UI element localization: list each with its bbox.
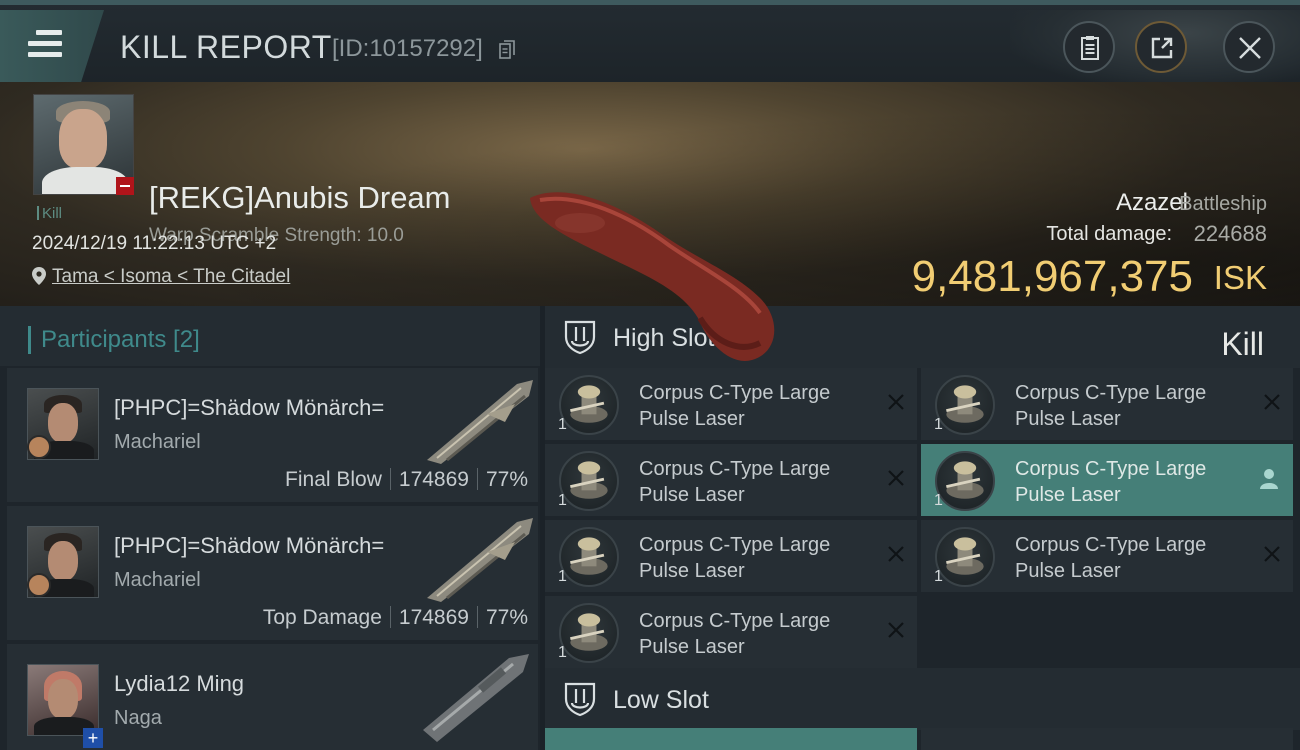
victim-ship-name: Azazel [1115,189,1188,216]
remove-x-icon[interactable] [1263,545,1281,563]
isk-unit: ISK [1213,259,1267,296]
module-quantity: 1 [934,492,943,509]
export-button[interactable] [1135,21,1187,73]
participant-percent: 77% [485,606,528,629]
module-slot[interactable]: 1 Corpus C-Type Large Pulse Laser [545,368,917,440]
location-pin-icon [32,267,46,285]
module-slot[interactable]: 1 Corpus C-Type Large Pulse Laser [921,368,1293,440]
participant-name: Lydia12 Ming [114,671,245,696]
participant-damage: 174869 [398,468,469,491]
corp-logo-icon [27,435,51,459]
module-slot[interactable]: 1 Corpus C-Type Large Pulse Laser [545,520,917,592]
kill-badge-icon [116,177,134,195]
module-quantity: 1 [558,492,567,509]
participant-stats: Top Damage 174869 77% [263,606,528,630]
module-name: Corpus C-Type Large Pulse Laser [639,458,831,506]
participant-row[interactable]: [PHPC]=Shädow Mönärch= Machariel Final B… [7,368,538,502]
module-name: Corpus C-Type Large Pulse Laser [1015,382,1207,430]
close-icon [1239,37,1261,59]
module-name: Corpus C-Type Large Pulse Laser [639,610,831,658]
participant-ship: Machariel [114,431,201,453]
pulse-laser-icon [935,375,995,435]
module-slot[interactable]: 1 Corpus C-Type Large Pulse Laser [545,444,917,516]
remove-x-icon[interactable] [887,469,905,487]
module-name: Corpus C-Type Large Pulse Laser [639,534,831,582]
location-text[interactable]: Tama < Isoma < The Citadel [52,266,290,287]
participant-damage: 174869 [398,606,469,629]
module-name: Corpus C-Type Large Pulse Laser [1015,534,1207,582]
module-slot[interactable]: 1 Corpus C-Type Large Pulse Laser [545,596,917,668]
add-contact-icon[interactable]: + [83,728,103,748]
low-slot-header: Low Slot [545,668,1300,730]
module-name: Corpus C-Type Large Pulse Laser [639,382,831,430]
module-slot-partial[interactable] [921,728,1293,750]
participant-row[interactable]: + Lydia12 Ming Naga [7,644,538,750]
participants-header: Participants [2] [0,306,540,366]
total-damage-label: Total damage: [1046,223,1172,245]
total-damage-value: 224688 [1193,221,1267,246]
person-icon[interactable] [1259,468,1279,490]
participant-role: Final Blow [285,468,382,491]
module-quantity: 1 [558,568,567,585]
copy-icon[interactable] [499,40,515,60]
module-quantity: 1 [934,568,943,585]
module-quantity: 1 [558,416,567,433]
remove-x-icon[interactable] [1263,393,1281,411]
menu-icon [28,30,62,57]
remove-x-icon[interactable] [887,545,905,563]
module-quantity: 1 [934,416,943,433]
clipboard-button[interactable] [1063,21,1115,73]
pulse-laser-icon [559,603,619,663]
page-title: KILL REPORT [120,29,332,65]
isk-value: 9,481,967,375 [911,252,1193,301]
clipboard-icon [1081,36,1099,60]
remove-x-icon[interactable] [887,393,905,411]
victim-name[interactable]: [REKG]Anubis Dream [149,180,451,216]
top-bar: KILL REPORT [ID:10157292] [0,0,1300,87]
participant-ship-image [427,518,533,602]
victim-ship-class: Battleship [1179,193,1267,215]
export-icon [1151,37,1173,59]
participant-stats: Final Blow 174869 77% [285,468,528,492]
low-slot-label: Low Slot [613,686,709,714]
participants-panel: Participants [2] [PHPC]=Shädow Mönärch= … [0,306,540,750]
participant-ship: Naga [114,707,162,729]
fitting-panel: High Slot 1 Corpus C-Type Large Pulse Las… [545,306,1300,750]
location-link[interactable]: Tama < Isoma < The Citadel [32,266,290,288]
participant-ship-image [423,654,529,742]
module-slot-partial[interactable] [545,728,917,750]
pulse-laser-icon [559,451,619,511]
corp-logo-icon [27,573,51,597]
participant-role: Top Damage [262,606,382,629]
participant-avatar[interactable] [27,664,99,736]
close-button[interactable] [1223,21,1275,73]
kill-tag: Kill [37,205,62,222]
pulse-laser-icon [559,527,619,587]
pulse-laser-icon [935,527,995,587]
module-slot[interactable]: 1 Corpus C-Type Large Pulse Laser [921,520,1293,592]
module-slot-selected[interactable]: 1 Corpus C-Type Large Pulse Laser [921,444,1293,516]
participant-ship-image [427,380,533,464]
module-name: Corpus C-Type Large Pulse Laser [1015,458,1207,506]
report-id: [ID:10157292] [332,35,483,62]
participant-name: [PHPC]=Shädow Mönärch= [114,533,385,558]
menu-button[interactable] [0,10,104,82]
participants-title[interactable]: Participants [2] [28,326,200,354]
result-label: Kill [1221,326,1264,362]
participant-row[interactable]: [PHPC]=Shädow Mönärch= Machariel Top Dam… [7,506,538,640]
participant-percent: 77% [485,468,528,491]
victim-ship-image [530,192,775,361]
pulse-laser-icon [935,451,995,511]
remove-x-icon[interactable] [887,621,905,639]
kill-report-screen: KILL REPORT [ID:10157292] [REKG]Anubis D… [0,0,1300,750]
participant-name: [PHPC]=Shädow Mönärch= [114,395,385,420]
participant-ship: Machariel [114,569,201,591]
kill-timestamp: 2024/12/19 11:22:13 UTC +2 [32,233,277,254]
shield-slot-icon [564,682,596,717]
module-quantity: 1 [558,644,567,661]
pulse-laser-icon [559,375,619,435]
